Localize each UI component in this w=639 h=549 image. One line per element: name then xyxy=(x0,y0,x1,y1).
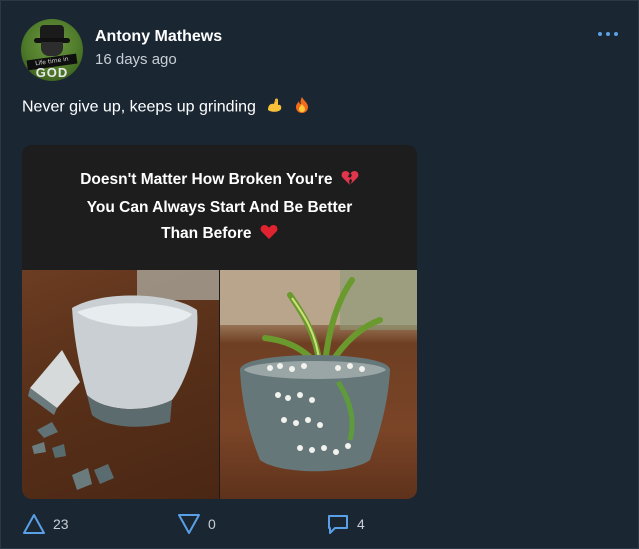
comment-button[interactable]: 4 xyxy=(326,509,365,539)
face-shape xyxy=(41,42,63,56)
broken-pot-photo xyxy=(22,270,219,499)
flexed-biceps-icon xyxy=(266,96,284,119)
post-actions: 23 0 4 xyxy=(1,509,639,539)
comment-count: 4 xyxy=(357,516,365,532)
dot xyxy=(598,32,602,36)
avatar[interactable]: Life time in GOD xyxy=(21,19,83,81)
more-options-icon[interactable] xyxy=(598,32,624,40)
post-image[interactable]: Doesn't Matter How Broken You're You Can… xyxy=(22,145,417,499)
image-caption: Doesn't Matter How Broken You're You Can… xyxy=(22,145,417,270)
post-text: Never give up, keeps up grinding xyxy=(22,96,309,119)
hat-shape xyxy=(40,25,64,39)
downvote-count: 0 xyxy=(208,516,216,532)
caption-line-2: You Can Always Start And Be Better xyxy=(86,198,353,216)
caption-line-1: Doesn't Matter How Broken You're xyxy=(80,170,333,188)
downvote-button[interactable]: 0 xyxy=(177,509,216,539)
red-heart-icon xyxy=(260,223,278,249)
upvote-button[interactable]: 23 xyxy=(22,509,69,539)
author-name[interactable]: Antony Mathews xyxy=(95,28,222,46)
post-timestamp: 16 days ago xyxy=(95,51,177,68)
caption-line-3: Than Before xyxy=(161,224,252,242)
fire-icon xyxy=(295,96,309,119)
comment-icon xyxy=(328,515,348,534)
dot xyxy=(606,32,610,36)
upvote-count: 23 xyxy=(53,516,69,532)
post-body: Never give up, keeps up grinding xyxy=(22,98,256,116)
upvote-icon xyxy=(23,514,45,534)
avatar-logo-text: GOD xyxy=(35,65,69,80)
repaired-pot-photo xyxy=(220,270,417,499)
downvote-icon xyxy=(178,514,200,534)
post-card: Life time in GOD Antony Mathews 16 days … xyxy=(0,0,639,549)
dot xyxy=(614,32,618,36)
broken-heart-icon xyxy=(341,169,359,195)
